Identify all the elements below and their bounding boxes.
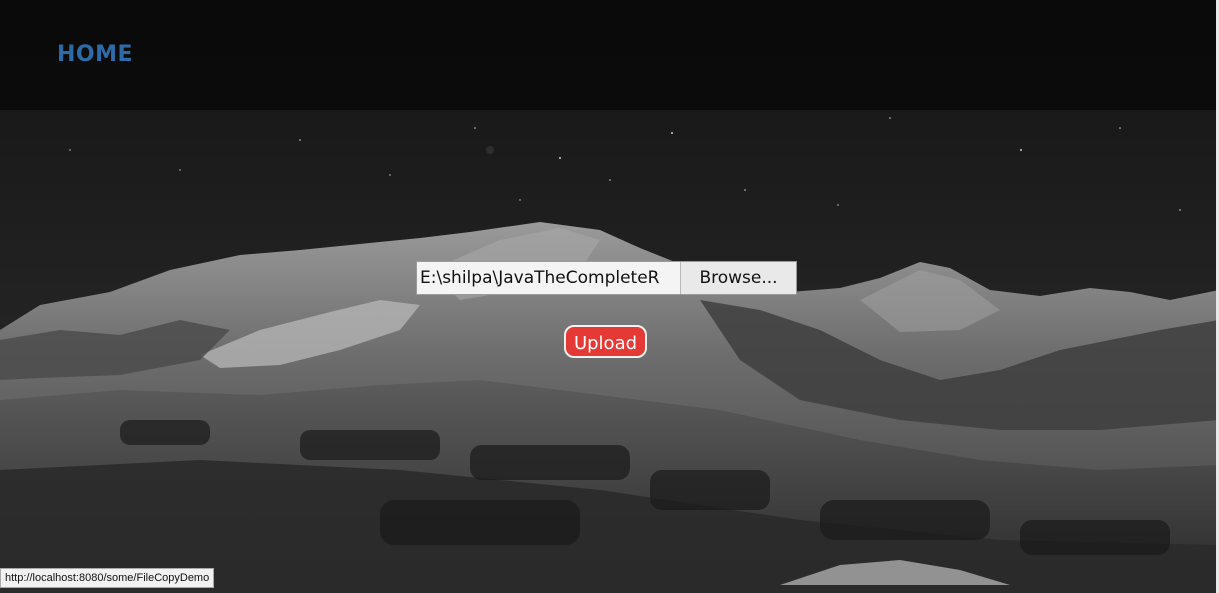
- status-bar-url: http://localhost:8080/some/FileCopyDemo: [0, 568, 215, 588]
- upload-button[interactable]: Upload: [564, 325, 647, 358]
- home-nav-link[interactable]: HOME: [57, 42, 133, 67]
- file-input[interactable]: E:\shilpa\JavaTheCompleteR Browse...: [416, 261, 797, 295]
- top-navbar: HOME: [0, 0, 1216, 110]
- file-path-field[interactable]: E:\shilpa\JavaTheCompleteR: [417, 262, 681, 294]
- browse-button[interactable]: Browse...: [681, 262, 796, 294]
- page: HOME E:\shilpa\JavaTheCompleteR Browse..…: [0, 0, 1219, 593]
